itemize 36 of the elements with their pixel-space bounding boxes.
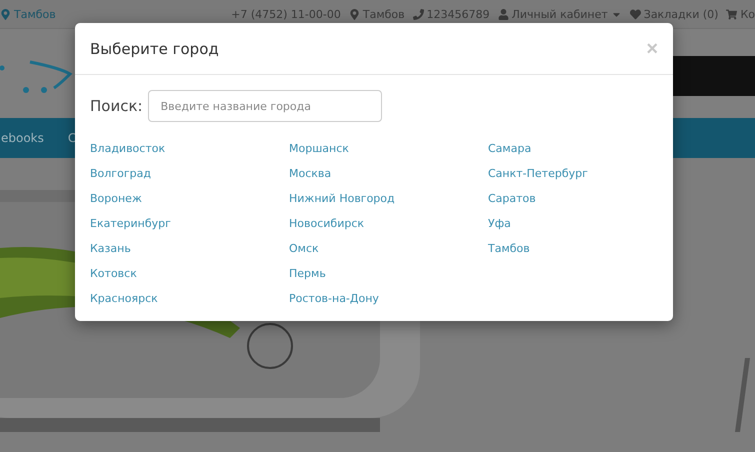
cart-link[interactable]: Ко bbox=[740, 8, 755, 20]
city-link[interactable]: Екатеринбург bbox=[90, 215, 289, 233]
city-link[interactable]: Новосибирск bbox=[289, 215, 488, 233]
city-link[interactable]: Пермь bbox=[289, 265, 488, 283]
city-link[interactable]: Тамбов bbox=[14, 8, 56, 20]
city-text: Тамбов bbox=[362, 8, 405, 20]
city-link[interactable]: Тамбов bbox=[488, 240, 658, 258]
city-link[interactable]: Воронеж bbox=[90, 190, 289, 208]
user-icon bbox=[498, 8, 509, 20]
city-link[interactable]: Моршанск bbox=[289, 140, 488, 158]
dialog-title: Выберите город bbox=[90, 40, 219, 58]
city-link[interactable]: Уфа bbox=[488, 215, 658, 233]
city-link[interactable]: Казань bbox=[90, 240, 289, 258]
city-link[interactable]: Котовск bbox=[90, 265, 289, 283]
nav-item[interactable]: ebooks bbox=[1, 131, 44, 145]
search-field[interactable]: Введите название города bbox=[148, 90, 382, 122]
map-pin-icon bbox=[348, 8, 360, 20]
city-link[interactable]: Ростов-на-Дону bbox=[289, 290, 488, 308]
city-link[interactable]: Омск bbox=[289, 240, 488, 258]
city-link[interactable]: Красноярск bbox=[90, 290, 289, 308]
heart-icon bbox=[630, 8, 641, 20]
phone-icon bbox=[412, 8, 424, 20]
city-link[interactable]: Москва bbox=[289, 165, 488, 183]
cart-icon bbox=[726, 8, 738, 20]
city-link[interactable]: Нижний Новгород bbox=[289, 190, 488, 208]
city-link[interactable]: Владивосток bbox=[90, 140, 289, 158]
search-label: Поиск: bbox=[90, 97, 143, 115]
city-link[interactable]: Санкт-Петербург bbox=[488, 165, 658, 183]
city-link[interactable]: Волгоград bbox=[90, 165, 289, 183]
map-pin-icon bbox=[0, 8, 11, 20]
city-link[interactable]: Саратов bbox=[488, 190, 658, 208]
account-link[interactable]: Личный кабинет bbox=[512, 8, 608, 20]
bookmarks-link[interactable]: Закладки (0) bbox=[644, 8, 718, 20]
phone-text: +7 (4752) 11-00-00 bbox=[231, 8, 341, 20]
phone-link[interactable]: 123456789 bbox=[426, 8, 490, 20]
city-link[interactable]: Самара bbox=[488, 140, 658, 158]
